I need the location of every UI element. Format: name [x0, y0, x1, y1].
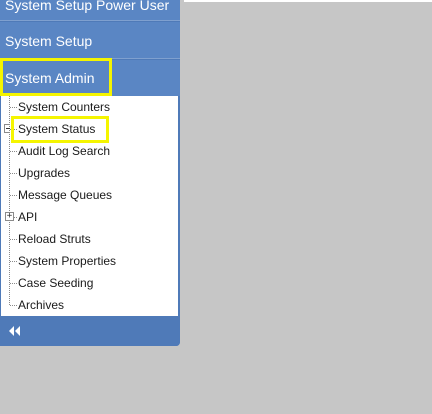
- menu-label: System Setup: [5, 33, 93, 49]
- tree-connector: [10, 107, 17, 108]
- tree-item-audit-log-search[interactable]: Audit Log Search: [1, 140, 178, 162]
- expand-plus-icon[interactable]: +: [5, 212, 14, 221]
- partial-expander-icon: [4, 124, 10, 133]
- menu-label: System Admin: [5, 70, 95, 86]
- tree-item-reload-struts[interactable]: Reload Struts: [1, 228, 178, 250]
- tree-item-upgrades[interactable]: Upgrades: [1, 162, 178, 184]
- tree-item-label: System Status: [18, 122, 96, 136]
- tree-connector: [10, 129, 17, 130]
- menu-system-setup-power-user[interactable]: System Setup Power User: [0, 0, 180, 21]
- menu-system-setup[interactable]: System Setup: [0, 22, 180, 59]
- double-chevron-left-icon[interactable]: [8, 324, 22, 336]
- tree-item-label: Upgrades: [18, 166, 71, 180]
- tree-item-message-queues[interactable]: Message Queues: [1, 184, 178, 206]
- tree-item-system-status[interactable]: System Status: [1, 118, 178, 140]
- tree-connector: [14, 217, 17, 218]
- tree-connector: [10, 261, 17, 262]
- tree-item-label: Message Queues: [18, 188, 113, 202]
- sidebar-footer: [0, 316, 180, 346]
- tree-connector: [10, 151, 17, 152]
- page: System Setup Power User System Setup Sys…: [0, 0, 432, 414]
- tree-connector: [10, 305, 17, 306]
- tree-item-label: Archives: [18, 298, 65, 312]
- tree-connector: [10, 239, 17, 240]
- tree-connector: [10, 195, 17, 196]
- menu-system-admin[interactable]: System Admin: [0, 60, 180, 96]
- tree-connector: [10, 283, 17, 284]
- tree-item-archives[interactable]: Archives: [1, 294, 178, 316]
- sidebar: System Setup Power User System Setup Sys…: [0, 0, 180, 346]
- tree-item-label: System Counters: [18, 100, 111, 114]
- tree-item-label: Case Seeding: [18, 276, 94, 290]
- admin-tree: System Counters System Status Audit Log …: [1, 96, 178, 316]
- tree-item-label: System Properties: [18, 254, 117, 268]
- tree-connector: [10, 173, 17, 174]
- tree-item-system-properties[interactable]: System Properties: [1, 250, 178, 272]
- tree-item-api[interactable]: + API: [1, 206, 178, 228]
- double-chevron-left-icon-svg: [9, 326, 20, 336]
- menu-label: System Setup Power User: [5, 0, 170, 13]
- tree-item-label: API: [18, 210, 38, 224]
- tree-item-case-seeding[interactable]: Case Seeding: [1, 272, 178, 294]
- tree-item-label: Reload Struts: [18, 232, 91, 246]
- tree-item-system-counters[interactable]: System Counters: [1, 96, 178, 118]
- tree-item-label: Audit Log Search: [18, 144, 111, 158]
- top-strip: [184, 0, 432, 2]
